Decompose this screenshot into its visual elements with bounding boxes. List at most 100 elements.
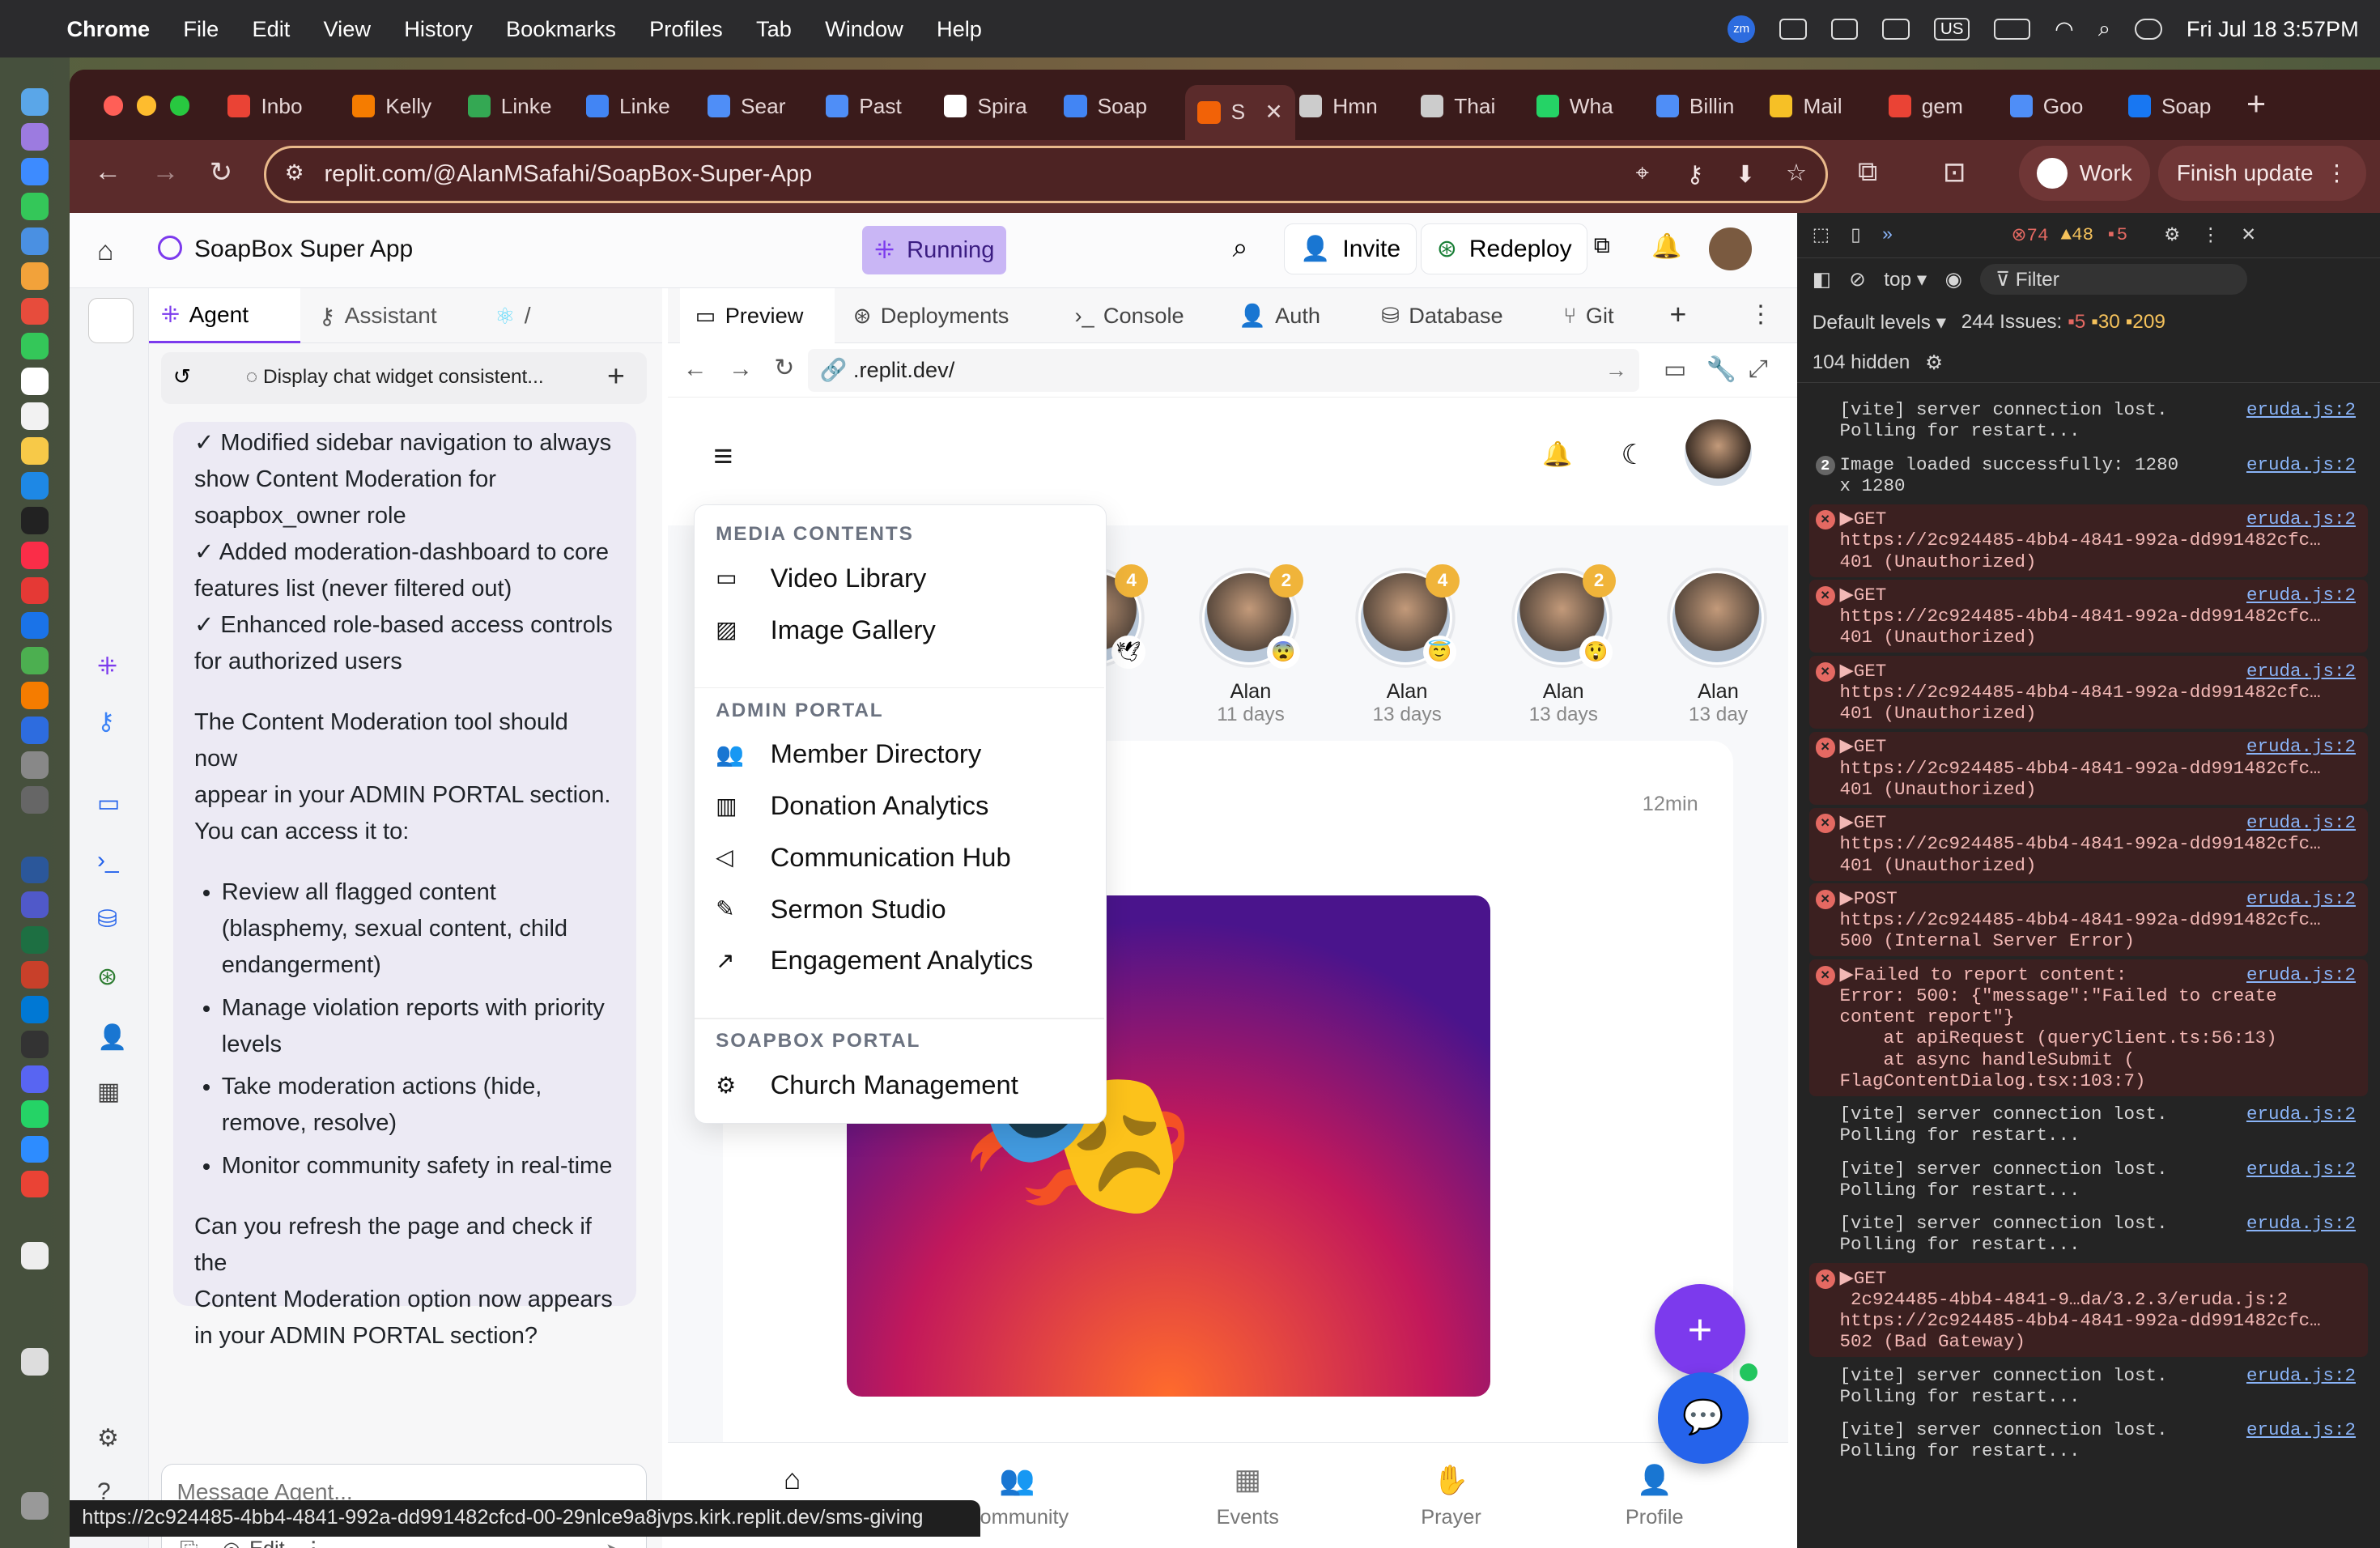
log-source-link[interactable]: eruda.js:2 — [2246, 736, 2356, 757]
menu-item[interactable]: ▨ Image Gallery — [716, 615, 936, 645]
browser-tab[interactable]: Wha — [1536, 85, 1613, 128]
document-icon[interactable] — [21, 1241, 49, 1269]
console-message[interactable]: [vite] server connection lost. Polling f… — [1809, 395, 2368, 447]
console-error[interactable]: × ▶GET 2c924485-4bb4-4841-9…da/3.2.3/erud… — [1809, 1263, 2368, 1358]
close-window-button[interactable] — [103, 96, 123, 116]
console-message[interactable]: [vite] server connection lost. Polling f… — [1809, 1099, 2368, 1151]
tab-agent[interactable]: ⁜ Agent — [148, 288, 301, 343]
devices-icon[interactable]: ▭ — [1664, 355, 1686, 384]
tab-assistant[interactable]: ⚷ Assistant — [307, 288, 474, 343]
console-error[interactable]: × ▶GET https://2c924485-4bb4-4841-992a-dd… — [1809, 504, 2368, 577]
tab-auth[interactable]: 👤 Auth — [1239, 288, 1320, 343]
console-message[interactable]: [vite] server connection lost. Polling f… — [1809, 1209, 2368, 1261]
browser-tab[interactable]: Past — [826, 85, 902, 128]
story-item[interactable]: 2 😲 Alan 13 days — [1515, 563, 1616, 726]
reload-icon[interactable]: ↻ — [210, 156, 232, 189]
avatar[interactable] — [1709, 228, 1752, 270]
home-icon[interactable]: ⌂ — [97, 236, 113, 267]
device-toolbar-icon[interactable]: ▯ — [1851, 224, 1860, 246]
issue-count[interactable]: ▪5 — [2106, 224, 2127, 245]
invite-button[interactable]: 👤 Invite — [1284, 223, 1417, 275]
copy-icon[interactable]: ⧉ — [1594, 232, 1610, 259]
warning-count[interactable]: ▲48 — [2061, 224, 2094, 245]
bell-icon[interactable]: 🔔 — [1542, 440, 1572, 469]
wifi-icon[interactable]: ◠ — [2055, 16, 2074, 42]
levels-select[interactable]: Default levels ▾ — [1813, 310, 1946, 334]
add-tab-icon[interactable]: + — [1670, 298, 1687, 331]
console-error[interactable]: × ▶GET https://2c924485-4bb4-4841-992a-dd… — [1809, 731, 2368, 805]
menu-item[interactable]: 👥 Member Directory — [716, 738, 981, 769]
menu-edit[interactable]: Edit — [252, 16, 290, 42]
back-icon[interactable]: ← — [94, 156, 121, 188]
app-icon[interactable] — [21, 646, 49, 674]
whatsapp-icon[interactable] — [21, 1100, 49, 1129]
browser-tab[interactable]: Hmn — [1299, 85, 1378, 128]
preview-url-field[interactable]: 🔗 .replit.dev/→ — [807, 349, 1639, 392]
app-icon[interactable] — [21, 1065, 49, 1093]
menu-item[interactable]: ↗ Engagement Analytics — [716, 945, 1033, 976]
minimize-window-button[interactable] — [136, 96, 157, 116]
status-icon[interactable] — [1779, 18, 1807, 40]
app-icon[interactable] — [21, 611, 49, 640]
auth-icon[interactable]: 👤 — [97, 1023, 127, 1052]
log-source-link[interactable]: eruda.js:2 — [2246, 399, 2356, 420]
clock[interactable]: Fri Jul 18 3:57PM — [2187, 16, 2359, 42]
browser-tab[interactable]: S ✕ — [1185, 85, 1295, 140]
app-icon[interactable] — [21, 786, 49, 814]
close-icon[interactable]: ✕ — [2241, 224, 2256, 246]
word-icon[interactable] — [21, 856, 49, 884]
forward-icon[interactable]: → — [729, 355, 753, 383]
finder-icon[interactable] — [21, 87, 49, 116]
menu-history[interactable]: History — [404, 16, 473, 42]
finish-update-button[interactable]: Finish update ⋮ — [2158, 146, 2367, 201]
notes-icon[interactable] — [21, 437, 49, 465]
toggle-sidebar-icon[interactable] — [87, 297, 134, 343]
go-icon[interactable]: → — [1605, 357, 1627, 383]
browser-tab[interactable]: Soap — [2127, 85, 2211, 128]
menu-app-name[interactable]: Chrome — [67, 16, 151, 42]
inspect-icon[interactable]: ⬚ — [1813, 224, 1830, 246]
app-icon[interactable] — [21, 717, 49, 744]
nav-prayer[interactable]: ✋ Prayer — [1375, 1443, 1528, 1548]
story-item[interactable]: 2 😨 Alan 11 days — [1202, 563, 1303, 726]
console-error[interactable]: × ▶Failed to report content: Error: 500: … — [1809, 959, 2368, 1096]
settings-icon[interactable]: ⚙ — [2164, 224, 2180, 246]
menu-item[interactable]: ◁ Communication Hub — [716, 842, 1011, 873]
tab-react[interactable]: ⚛ / — [482, 288, 574, 343]
browser-tab[interactable]: Inbo — [227, 85, 303, 128]
browser-tab[interactable]: Thai — [1421, 85, 1495, 128]
menu-tab[interactable]: Tab — [756, 16, 792, 42]
log-source-link[interactable]: eruda.js:2 — [2246, 1159, 2356, 1180]
history-icon[interactable]: ↺ — [173, 364, 191, 389]
chrome-icon[interactable] — [21, 1170, 49, 1198]
browser-tab[interactable]: gem — [1888, 85, 1963, 128]
terminal-icon[interactable] — [21, 1031, 49, 1058]
redeploy-button[interactable]: ⊛ Redeploy — [1421, 223, 1588, 275]
user-avatar[interactable] — [1685, 419, 1752, 486]
browser-tab[interactable]: Linke — [467, 85, 552, 128]
reload-icon[interactable]: ↻ — [774, 354, 794, 382]
app-icon[interactable] — [21, 297, 49, 325]
trash-icon[interactable] — [21, 1492, 49, 1520]
status-icon[interactable] — [1882, 18, 1910, 40]
new-tab-button[interactable]: + — [2246, 85, 2266, 123]
new-chat-icon[interactable]: + — [607, 359, 625, 393]
address-bar[interactable]: ⚙ replit.com/@AlanMSafahi/SoapBox-Super-… — [264, 146, 1828, 204]
settings-icon[interactable]: ⚙ — [97, 1424, 119, 1452]
chat-widget-button[interactable]: 💬 — [1657, 1372, 1749, 1464]
send-icon[interactable]: ➤ — [605, 1537, 624, 1548]
back-icon[interactable]: ← — [683, 355, 708, 383]
log-source-link[interactable]: eruda.js:2 — [2246, 888, 2356, 909]
create-post-button[interactable]: + — [1654, 1284, 1746, 1376]
assistant-icon[interactable]: ⚷ — [97, 708, 115, 736]
bell-icon[interactable]: 🔔 — [1651, 232, 1681, 261]
app-icon[interactable] — [21, 681, 49, 709]
safari-icon[interactable] — [21, 158, 49, 185]
zoom-icon[interactable]: zm — [1728, 15, 1755, 43]
document-icon[interactable] — [21, 1348, 49, 1376]
menu-item[interactable]: ▭ Video Library — [716, 563, 926, 593]
console-message[interactable]: [vite] server connection lost. Polling f… — [1809, 1154, 2368, 1206]
menu-icon[interactable]: ≡ — [713, 437, 733, 475]
app-icon[interactable] — [21, 751, 49, 779]
filter-input[interactable]: ⊽ Filter — [1980, 264, 2248, 295]
